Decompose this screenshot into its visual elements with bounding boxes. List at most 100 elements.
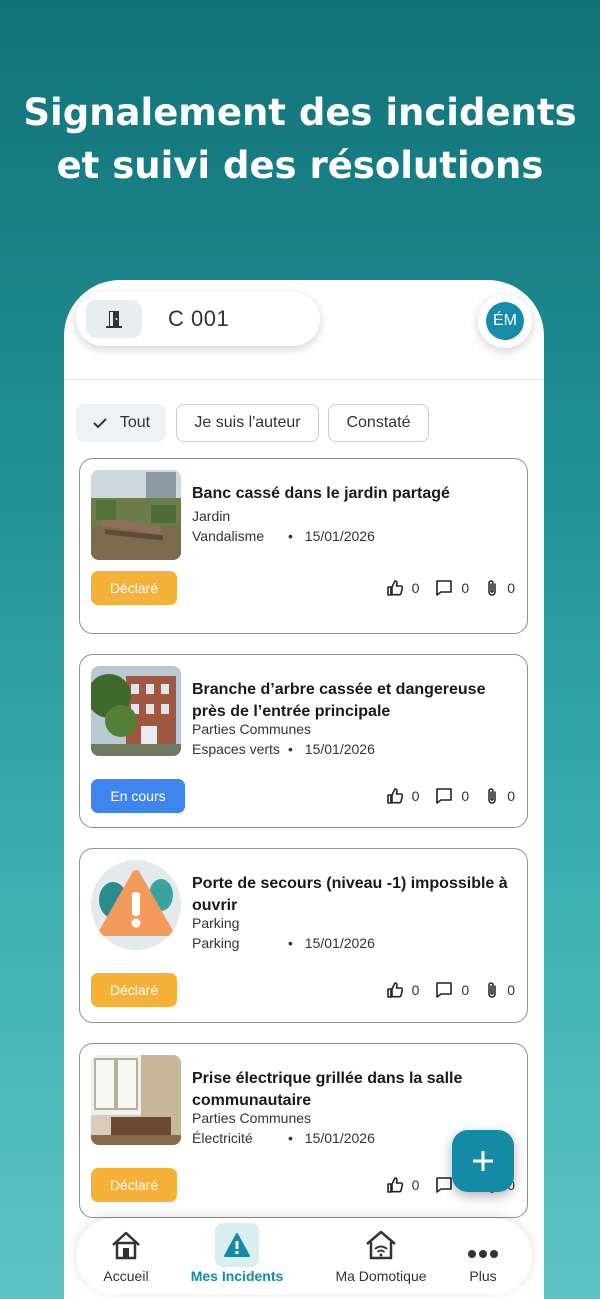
filter-chip-label: Tout <box>119 414 151 431</box>
bottom-navigation: Accueil Mes Incidents Ma Domotique Plus <box>76 1218 532 1294</box>
nav-label: Plus <box>469 1268 497 1284</box>
filter-chip-all[interactable]: Tout <box>76 404 166 442</box>
nav-label: Ma Domotique <box>335 1268 427 1284</box>
incident-photo <box>91 470 181 560</box>
incident-category: Espaces verts <box>192 741 280 757</box>
paperclip-icon <box>488 982 496 998</box>
incident-category: Électricité <box>192 1130 253 1146</box>
filter-chip-observed[interactable]: Constaté <box>328 404 429 442</box>
unit-label: C 001 <box>168 306 230 331</box>
comment-icon <box>436 788 453 804</box>
incident-photo <box>91 1055 181 1145</box>
attachments-count: 0 <box>507 788 515 804</box>
incident-photo <box>91 666 181 756</box>
incident-category: Parking <box>192 935 240 951</box>
status-badge: En cours <box>91 779 185 813</box>
unit-selector[interactable]: C 001 <box>76 292 320 346</box>
comments-stat[interactable]: 0 <box>435 981 469 999</box>
phone-screen: C 001 ÉM Tout Je suis l'auteur Constaté <box>64 280 544 1299</box>
add-incident-button[interactable] <box>452 1130 514 1192</box>
incident-stats: 0 0 0 <box>370 786 515 806</box>
incident-title: Banc cassé dans le jardin partagé <box>192 485 450 502</box>
nav-label: Accueil <box>103 1268 149 1284</box>
comments-count: 0 <box>461 580 470 596</box>
headline-line-2: et suivi des résolutions <box>56 144 544 187</box>
incident-date: • 15/01/2026 <box>288 741 375 757</box>
date-separator: • <box>288 935 293 951</box>
nav-label: Mes Incidents <box>190 1268 284 1284</box>
date-separator: • <box>288 741 293 757</box>
nav-item-incidents[interactable]: Mes Incidents <box>182 1223 292 1288</box>
nav-item-home-automation[interactable]: Ma Domotique <box>316 1224 446 1288</box>
likes-count: 0 <box>411 580 420 596</box>
top-bar: C 001 ÉM <box>64 280 544 380</box>
thumbs-up-icon <box>386 788 403 804</box>
incident-location: Parking <box>192 915 240 931</box>
incident-location: Parties Communes <box>192 721 312 737</box>
attachments-stat[interactable]: 0 <box>485 981 515 999</box>
incident-date-value: 15/01/2026 <box>304 528 375 544</box>
attachments-count: 0 <box>507 982 515 998</box>
incident-date-value: 15/01/2026 <box>304 935 375 951</box>
status-badge: Déclaré <box>91 1168 177 1202</box>
attachments-stat[interactable]: 0 <box>485 579 515 597</box>
door-icon <box>86 300 142 338</box>
thumbs-up-icon <box>386 1177 403 1193</box>
incident-date-value: 15/01/2026 <box>304 1130 375 1146</box>
thumbs-up-icon <box>386 982 403 998</box>
more-icon <box>467 1224 499 1266</box>
nav-item-more[interactable]: Plus <box>428 1224 538 1288</box>
incident-card[interactable]: Banc cassé dans le jardin partagé Jardin… <box>79 458 528 634</box>
incident-date: • 15/01/2026 <box>288 1130 375 1146</box>
incident-title: Prise électrique grillée dans la salle c… <box>192 1070 463 1109</box>
likes-count: 0 <box>411 1177 420 1193</box>
incident-date: • 15/01/2026 <box>288 528 375 544</box>
comment-icon <box>436 1177 453 1193</box>
warning-illustration-icon <box>91 860 181 950</box>
warning-icon <box>215 1223 259 1267</box>
comments-count: 0 <box>461 788 470 804</box>
filter-chip-author[interactable]: Je suis l'auteur <box>176 404 319 442</box>
attachments-stat[interactable]: 0 <box>485 787 515 805</box>
home-icon <box>110 1224 142 1266</box>
comment-icon <box>436 982 453 998</box>
likes-stat[interactable]: 0 <box>386 1176 420 1194</box>
comments-stat[interactable]: 0 <box>435 787 469 805</box>
likes-stat[interactable]: 0 <box>386 981 419 999</box>
comments-stat[interactable]: 0 <box>435 579 469 597</box>
incident-category: Vandalisme <box>192 528 265 544</box>
incident-card[interactable]: Porte de secours (niveau -1) impossible … <box>79 848 528 1023</box>
likes-count: 0 <box>411 788 420 804</box>
nav-active-indicator <box>215 1223 259 1267</box>
incident-date-value: 15/01/2026 <box>304 741 375 757</box>
smart-home-icon <box>364 1224 398 1266</box>
incident-date: • 15/01/2026 <box>288 935 375 951</box>
incident-stats: 0 0 0 <box>370 578 515 598</box>
incident-stats: 0 0 0 <box>370 980 515 1000</box>
filter-chip-label: Je suis l'auteur <box>194 414 301 431</box>
comment-icon <box>436 580 453 596</box>
date-separator: • <box>288 528 293 544</box>
paperclip-icon <box>488 788 496 804</box>
incident-title: Branche d’arbre cassée et dangereuse prè… <box>192 681 486 720</box>
status-badge: Déclaré <box>91 973 177 1007</box>
thumbs-up-icon <box>386 580 403 596</box>
attachments-count: 0 <box>507 580 515 596</box>
likes-stat[interactable]: 0 <box>386 787 420 805</box>
avatar: ÉM <box>486 302 524 340</box>
avatar-button[interactable]: ÉM <box>478 294 532 348</box>
headline: Signalement des incidents et suivi des r… <box>0 86 600 192</box>
paperclip-icon <box>488 580 496 596</box>
headline-line-1: Signalement des incidents <box>23 91 577 134</box>
plus-icon <box>473 1151 493 1171</box>
incident-location: Parties Communes <box>192 1110 312 1126</box>
nav-item-home[interactable]: Accueil <box>71 1224 181 1288</box>
comments-count: 0 <box>461 982 470 998</box>
check-icon <box>93 418 107 429</box>
incident-location: Jardin <box>192 508 231 524</box>
status-badge: Déclaré <box>91 571 177 605</box>
filter-chip-label: Constaté <box>346 414 411 431</box>
incident-card[interactable]: Branche d’arbre cassée et dangereuse prè… <box>79 654 528 828</box>
likes-stat[interactable]: 0 <box>386 579 420 597</box>
incident-title: Porte de secours (niveau -1) impossible … <box>192 875 508 914</box>
